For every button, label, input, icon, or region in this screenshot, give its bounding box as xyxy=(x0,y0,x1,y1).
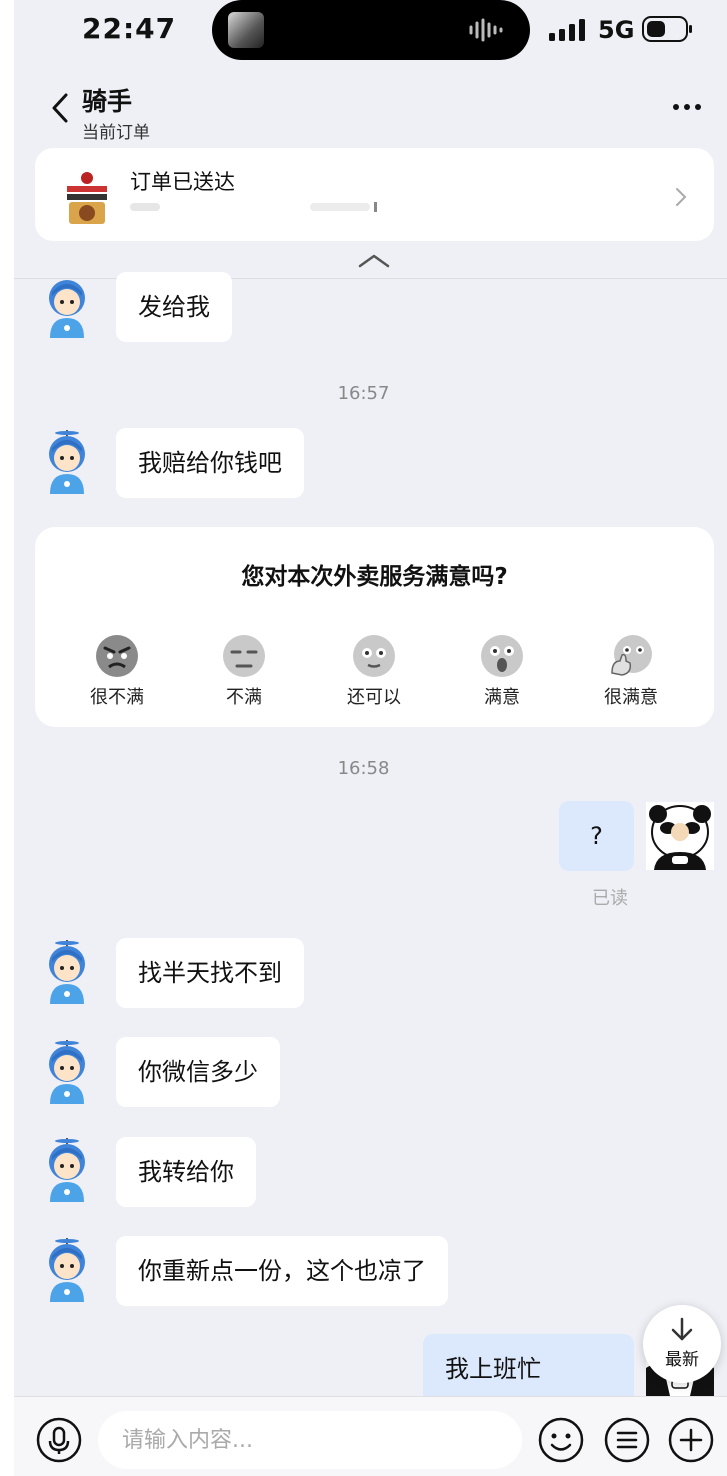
rating-unsatisfied[interactable]: 不满 xyxy=(189,633,299,709)
rating-label: 很满意 xyxy=(604,687,658,708)
rating-very-unsatisfied[interactable]: 很不满 xyxy=(62,633,172,709)
quick-reply-icon[interactable] xyxy=(604,1417,650,1463)
chat-bubble-rider: 我赔给你钱吧 xyxy=(116,428,304,498)
signal-icon xyxy=(549,19,585,41)
collapse-chevron-icon[interactable] xyxy=(357,252,391,270)
more-icon[interactable] xyxy=(672,92,702,122)
message-input-bar xyxy=(14,1396,727,1476)
scroll-to-latest-button[interactable]: 最新 xyxy=(643,1305,721,1383)
rating-label: 还可以 xyxy=(347,687,401,708)
scroll-latest-label: 最新 xyxy=(665,1350,699,1370)
rider-avatar[interactable] xyxy=(36,274,98,338)
battery-icon xyxy=(642,16,692,42)
chat-bubble-rider: 我转给你 xyxy=(116,1137,256,1207)
happy-face-icon xyxy=(481,635,523,677)
microphone-icon[interactable] xyxy=(36,1417,82,1463)
plus-icon[interactable] xyxy=(668,1417,714,1463)
rider-avatar[interactable] xyxy=(36,1040,98,1104)
network-label: 5G xyxy=(598,16,635,44)
media-thumbnail xyxy=(228,12,264,48)
rating-label: 满意 xyxy=(484,687,520,708)
chat-bubble-mine: ? xyxy=(559,801,634,871)
left-edge xyxy=(0,0,14,1476)
message-input[interactable] xyxy=(98,1411,522,1469)
chat-title: 骑手 xyxy=(82,87,133,116)
survey-question: 您对本次外卖服务满意吗? xyxy=(241,564,508,590)
chat-timestamp: 16:57 xyxy=(337,383,390,404)
chat-bubble-rider: 发给我 xyxy=(116,272,232,342)
satisfaction-survey-card: 您对本次外卖服务满意吗? 很不满 不满 还可以 满意 很满意 xyxy=(35,527,714,727)
rider-avatar[interactable] xyxy=(36,430,98,494)
order-detail-redacted xyxy=(130,202,377,212)
read-receipt: 已读 xyxy=(592,888,628,909)
dynamic-island xyxy=(212,0,530,60)
chat-timestamp: 16:58 xyxy=(337,758,390,779)
chat-bubble-rider: 你重新点一份，这个也凉了 xyxy=(116,1236,448,1306)
shop-logo-icon xyxy=(67,172,107,224)
chat-bubble-rider: 你微信多少 xyxy=(116,1037,280,1107)
status-bar: 22:47 5G xyxy=(0,0,727,60)
angry-face-icon xyxy=(96,635,138,677)
arrow-down-icon xyxy=(671,1317,693,1341)
emoji-icon[interactable] xyxy=(538,1417,584,1463)
chat-header: 骑手 当前订单 xyxy=(14,60,727,148)
chat-subtitle: 当前订单 xyxy=(82,123,150,143)
rating-neutral[interactable]: 还可以 xyxy=(319,633,429,709)
rating-label: 很不满 xyxy=(90,687,144,708)
chevron-right-icon xyxy=(676,188,687,206)
order-card[interactable]: 订单已送达 xyxy=(35,148,714,241)
status-time: 22:47 xyxy=(82,12,177,45)
unamused-face-icon xyxy=(223,635,265,677)
neutral-face-icon xyxy=(353,635,395,677)
rider-avatar[interactable] xyxy=(36,1238,98,1302)
order-status: 订单已送达 xyxy=(130,170,235,194)
rider-avatar[interactable] xyxy=(36,1138,98,1202)
thumbs-up-face-icon xyxy=(611,635,652,676)
chat-bubble-mine: 我上班忙 xyxy=(423,1334,634,1396)
audio-wave-icon xyxy=(469,18,503,42)
rating-label: 不满 xyxy=(226,687,262,708)
rating-satisfied[interactable]: 满意 xyxy=(447,633,557,709)
my-avatar[interactable] xyxy=(646,802,714,870)
rider-avatar[interactable] xyxy=(36,940,98,1004)
rating-very-satisfied[interactable]: 很满意 xyxy=(576,633,686,709)
chat-bubble-rider: 找半天找不到 xyxy=(116,938,304,1008)
back-arrow-icon[interactable] xyxy=(50,92,70,124)
